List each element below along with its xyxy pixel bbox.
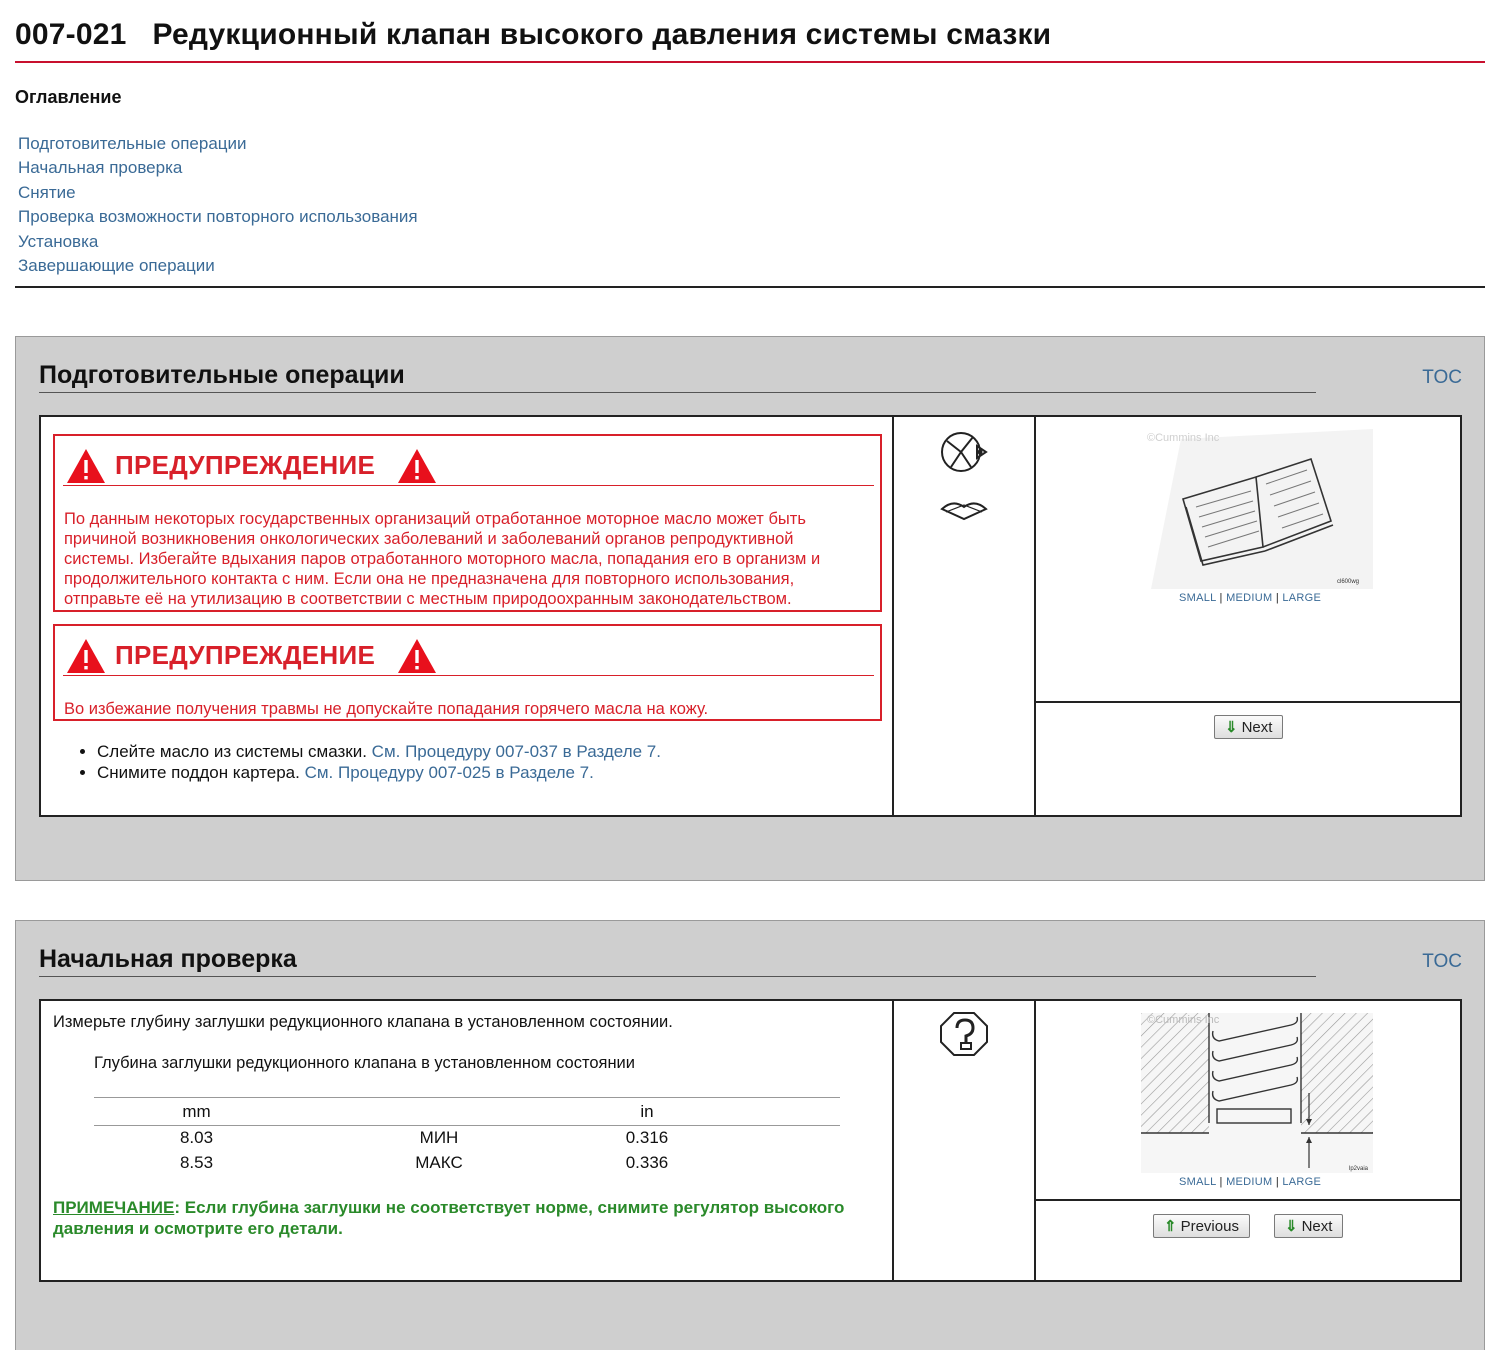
- column-divider: [1034, 1001, 1036, 1280]
- image-size-small-link[interactable]: SMALL: [1179, 1176, 1216, 1188]
- section-initial-check: Начальная проверка TOC Измерьте глубину …: [15, 920, 1485, 1350]
- warning-box: ПРЕДУПРЕЖДЕНИЕ Во избежание получения тр…: [53, 624, 882, 721]
- column-header-in: in: [579, 1097, 840, 1126]
- warning-triangle-icon: [398, 639, 436, 673]
- manual-book-figure[interactable]: ©Cummins Inc cl600wg: [1141, 429, 1373, 589]
- warning-text: Во избежание получения травмы не допуска…: [64, 700, 709, 718]
- section-title: Начальная проверка: [39, 945, 297, 973]
- list-item: Снимите поддон картера. См. Процедуру 00…: [97, 763, 661, 784]
- next-button[interactable]: ⇓ Next: [1214, 715, 1284, 739]
- valve-depth-figure[interactable]: ©Cummins Inc lp2vaia: [1141, 1013, 1373, 1173]
- previous-button[interactable]: ⇑ Previous: [1153, 1214, 1250, 1238]
- table-cell: 8.53: [179, 1153, 214, 1172]
- title-divider: [15, 61, 1485, 63]
- image-panel-divider: [1036, 1199, 1460, 1201]
- image-size-medium-link[interactable]: MEDIUM: [1226, 1176, 1272, 1188]
- svg-text:cl600wg: cl600wg: [1337, 579, 1359, 585]
- warning-text: По данным некоторых государственных орга…: [64, 510, 821, 609]
- toc-link-initial-check[interactable]: Начальная проверка: [18, 156, 418, 180]
- table-header-row: mm in: [94, 1097, 840, 1126]
- image-size-large-link[interactable]: LARGE: [1282, 1176, 1321, 1188]
- procedure-title: Редукционный клапан высокого давления си…: [152, 18, 1052, 51]
- next-button[interactable]: ⇓ Next: [1274, 1214, 1344, 1238]
- column-divider: [892, 1001, 894, 1280]
- list-item: Слейте масло из системы смазки. См. Проц…: [97, 742, 661, 763]
- section-preparation: Подготовительные операции TOC ПРЕДУПРЕЖД…: [15, 336, 1485, 881]
- procedure-code: 007-021: [15, 18, 127, 51]
- warning-triangle-icon: [398, 449, 436, 483]
- section-title: Подготовительные операции: [39, 361, 405, 389]
- svg-text:lp2vaia: lp2vaia: [1349, 1166, 1369, 1172]
- spec-title: Глубина заглушки редукционного клапана в…: [94, 1054, 635, 1072]
- toc-link-preparation[interactable]: Подготовительные операции: [18, 132, 418, 156]
- note-text: ПРИМЕЧАНИЕ: Если глубина заглушки не соо…: [53, 1198, 845, 1238]
- table-cell: 0.336: [625, 1153, 669, 1172]
- table-cell: МИН: [419, 1128, 459, 1148]
- image-size-links: SMALL | MEDIUM | LARGE: [1179, 592, 1322, 604]
- section-divider: [39, 976, 1316, 977]
- toc-link-installation[interactable]: Установка: [18, 230, 418, 254]
- toc-link-removal[interactable]: Снятие: [18, 181, 418, 205]
- note-label: ПРИМЕЧАНИЕ: [53, 1198, 175, 1217]
- table-cell: 0.316: [625, 1128, 669, 1148]
- warning-box: ПРЕДУПРЕЖДЕНИЕ По данным некоторых госуд…: [53, 434, 882, 612]
- warning-triangle-icon: [67, 639, 105, 673]
- toc-divider: [15, 286, 1485, 288]
- image-size-small-link[interactable]: SMALL: [1179, 592, 1216, 604]
- toc-heading: Оглавление: [15, 87, 122, 107]
- column-header-mm: mm: [94, 1097, 299, 1126]
- warning-header: ПРЕДУПРЕЖДЕНИЕ: [63, 636, 874, 676]
- manual-icon: [940, 502, 988, 521]
- section-divider: [39, 392, 1316, 393]
- warning-triangle-icon: [67, 449, 105, 483]
- image-size-links: SMALL | MEDIUM | LARGE: [1179, 1176, 1322, 1188]
- toc-link-final-steps[interactable]: Завершающие операции: [18, 254, 418, 278]
- arrow-up-icon: ⇑: [1164, 1218, 1177, 1235]
- column-header-limit: [299, 1097, 579, 1126]
- image-size-medium-link[interactable]: MEDIUM: [1226, 592, 1272, 604]
- warning-title: ПРЕДУПРЕЖДЕНИЕ: [115, 450, 376, 480]
- procedure-reference-link[interactable]: См. Процедуру 007-037 в Разделе 7.: [372, 742, 661, 761]
- spec-table: mm in 8.03 МИН 0.316 8.53 МАКС 0.336: [94, 1097, 840, 1176]
- warning-header: ПРЕДУПРЕЖДЕНИЕ: [63, 446, 874, 486]
- back-to-toc-link[interactable]: TOC: [1422, 367, 1462, 389]
- back-to-toc-link[interactable]: TOC: [1422, 951, 1462, 973]
- image-size-large-link[interactable]: LARGE: [1282, 592, 1321, 604]
- table-cell: 8.03: [179, 1128, 214, 1148]
- procedure-step-box: Измерьте глубину заглушки редукционного …: [39, 999, 1462, 1282]
- arrow-down-icon: ⇓: [1225, 719, 1238, 736]
- table-row: 8.53 МАКС 0.336: [94, 1151, 840, 1176]
- procedure-reference-link[interactable]: См. Процедуру 007-025 в Разделе 7.: [305, 763, 594, 782]
- table-cell: МАКС: [415, 1153, 463, 1172]
- svg-text:©Cummins Inc: ©Cummins Inc: [1147, 432, 1220, 444]
- procedure-step-box: ПРЕДУПРЕЖДЕНИЕ По данным некоторых госуд…: [39, 415, 1462, 817]
- step-list: Слейте масло из системы смазки. См. Проц…: [79, 742, 661, 783]
- toc-list: Подготовительные операции Начальная пров…: [18, 132, 418, 278]
- page-title: 007-021 Редукционный клапан высокого давл…: [15, 18, 1051, 52]
- inspect-icon: [940, 1012, 988, 1056]
- column-divider: [892, 417, 894, 815]
- column-divider: [1034, 417, 1036, 815]
- gauge-icon: [941, 432, 988, 472]
- image-panel-divider: [1036, 701, 1460, 703]
- svg-text:©Cummins Inc: ©Cummins Inc: [1147, 1014, 1220, 1026]
- table-row: 8.03 МИН 0.316: [94, 1126, 840, 1151]
- warning-title: ПРЕДУПРЕЖДЕНИЕ: [115, 640, 376, 670]
- toc-link-reuse-check[interactable]: Проверка возможности повторного использо…: [18, 205, 418, 229]
- arrow-down-icon: ⇓: [1285, 1218, 1298, 1235]
- instruction-text: Измерьте глубину заглушки редукционного …: [53, 1013, 673, 1031]
